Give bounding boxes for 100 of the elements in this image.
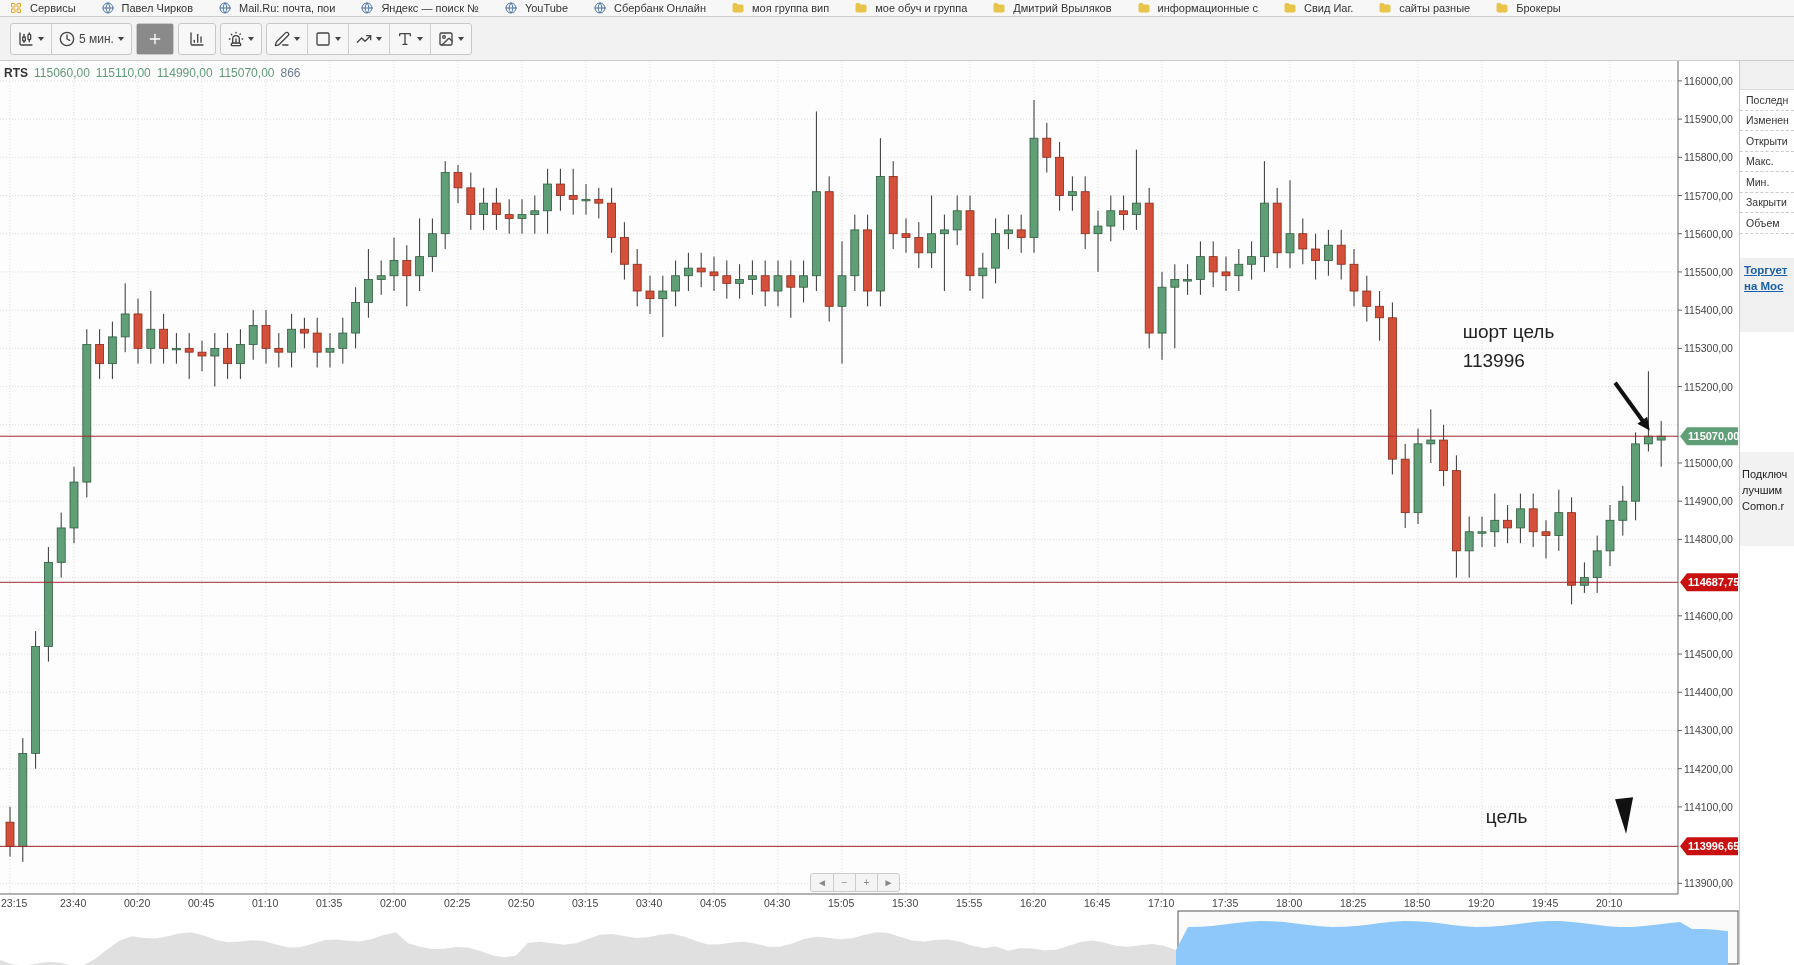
bookmark[interactable]: Свид Иаг. [1284,2,1354,14]
candle [479,187,488,231]
candle [1336,229,1346,281]
ref-line-label: 114687,75 [1688,576,1740,589]
caret-icon [117,36,124,41]
candle [261,309,271,365]
candle [453,164,463,204]
bookmark[interactable]: Павел Чирков [101,2,194,14]
crosshair-button[interactable] [136,23,173,54]
candle [1324,229,1333,277]
y-axis-label: 114500,00 [1684,648,1733,661]
y-axis-label: 115400,00 [1684,304,1733,317]
candle [760,259,770,307]
ohlc-value: 115070,00 [218,66,275,80]
x-axis-label: 00:20 [124,897,151,909]
caret-icon [457,36,464,41]
candle [1196,240,1205,296]
promo-link[interactable]: Торгует [1744,261,1794,278]
bookmark[interactable]: сайты разные [1379,2,1471,14]
candle [95,328,104,380]
candle [248,309,258,361]
caret-icon [375,36,382,41]
candle [1234,248,1244,292]
x-axis-label: 17:35 [1212,897,1239,909]
candle [735,263,744,300]
x-axis-label: 02:25 [444,897,471,909]
candle [530,195,540,235]
interval-button[interactable]: 5 мин. [51,23,131,54]
x-axis-label: 20:10 [1596,897,1623,909]
globe-icon [219,2,232,14]
y-axis-label: 115000,00 [1684,457,1733,469]
x-axis-label: 01:35 [316,897,343,909]
pen-icon [273,30,290,47]
candle [287,313,296,368]
y-axis-label: 114300,00 [1684,724,1733,737]
siren-icon [227,30,244,47]
x-axis-label: 03:15 [572,897,599,909]
candle [1503,504,1512,544]
candle [159,313,168,365]
promo-link[interactable]: на Мос [1744,277,1794,294]
candle [901,217,911,254]
candle [620,221,629,281]
volume-value: 866 [280,66,301,80]
candle [364,248,373,319]
candle [351,286,360,349]
x-axis-label: 01:10 [252,897,279,909]
candle [1516,493,1525,544]
y-axis-label: 115800,00 [1684,151,1733,164]
y-axis-label: 114900,00 [1684,495,1733,508]
candle [1055,141,1064,212]
bookmark[interactable]: Mail.Ru: почта, пои [219,2,336,14]
y-axis-label: 115500,00 [1684,265,1733,278]
candle [1528,493,1538,548]
candle [1592,535,1602,594]
bookmark[interactable]: моя группа вип [731,2,830,14]
ref-line-label: 113996,65 [1688,840,1740,853]
quote-row-label: Объем [1740,213,1794,234]
candle [172,332,181,365]
bookmark[interactable]: информационные с [1137,2,1259,14]
bookmark[interactable]: Яндекс — поиск № [361,2,479,14]
candle [1541,519,1551,559]
bookmark[interactable]: Сбербанк Онлайн [594,2,706,14]
globe-icon [101,2,114,14]
y-axis-label: 114600,00 [1684,609,1733,622]
text-icon [396,30,413,47]
candle [1618,485,1628,537]
candle [1426,409,1436,464]
caret-icon [334,36,341,41]
bookmark[interactable]: Брокеры [1496,2,1561,14]
candle [492,187,501,231]
zoom-control[interactable]: − [833,874,855,891]
bar-chart-icon [188,30,205,47]
candle [696,252,706,288]
price-label: 115070,00 [1680,427,1739,446]
candle [1580,561,1589,594]
candle [658,275,668,338]
candle [56,512,66,579]
candle [300,317,309,349]
bookmark[interactable]: YouTube [504,2,569,14]
bookmark[interactable]: Дмитрий Врыляков [993,2,1112,14]
quote-row-label: Изменен [1740,110,1794,131]
promo-text: Подключ [1742,466,1789,482]
candle [236,328,245,380]
candle [632,248,642,307]
caret-icon [416,36,423,41]
candle [748,259,757,296]
y-axis-label: 115900,00 [1684,113,1733,126]
folder-icon [993,2,1006,14]
bookmark[interactable]: Сервисы [10,2,76,14]
y-axis-label: 114200,00 [1684,762,1733,775]
x-axis-label: 02:50 [508,897,535,909]
candle [671,259,680,307]
candle [1349,248,1359,307]
candle [645,275,655,315]
y-axis-label: 114800,00 [1684,533,1733,546]
y-axis-label: 115200,00 [1684,380,1733,393]
quote-row-label: Последн [1740,90,1794,111]
bookmark[interactable]: мое обуч и группа [855,2,968,14]
globe-icon [504,2,517,14]
candle [389,237,399,292]
